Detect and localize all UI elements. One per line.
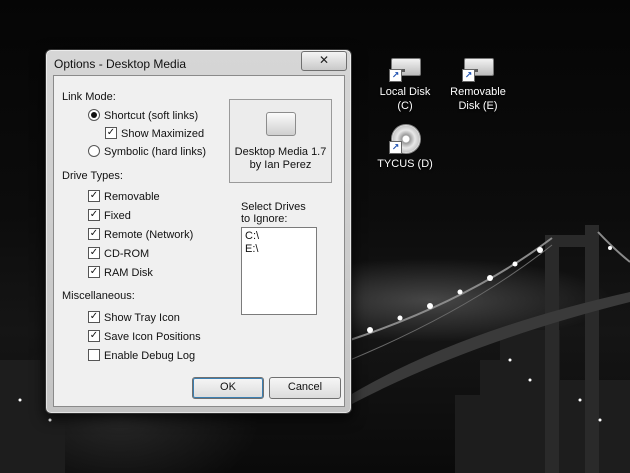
close-button[interactable]: ✕ bbox=[301, 51, 347, 71]
ok-button[interactable]: OK bbox=[192, 377, 264, 399]
radio-unselected-icon bbox=[88, 145, 100, 158]
show-tray-icon-checkbox[interactable]: ✓ Show Tray Icon bbox=[88, 311, 180, 324]
show-maximized-checkbox[interactable]: ✓ Show Maximized bbox=[105, 127, 205, 140]
enable-debug-log-checkbox[interactable]: Enable Debug Log bbox=[88, 349, 196, 362]
dialog-title: Options - Desktop Media bbox=[54, 57, 187, 71]
checkmark-icon: ✓ bbox=[88, 330, 100, 343]
cancel-button[interactable]: Cancel bbox=[269, 377, 341, 399]
checkmark-icon: ✓ bbox=[88, 209, 100, 222]
close-icon: ✕ bbox=[318, 53, 330, 67]
icon-label: Removable Disk (E) bbox=[450, 86, 506, 112]
about-author: by Ian Perez bbox=[249, 159, 312, 171]
icon-label: TYCUS (D) bbox=[377, 158, 433, 170]
ignore-drives-listbox[interactable]: C:\ E:\ bbox=[241, 227, 317, 315]
checkbox-label: Enable Debug Log bbox=[104, 350, 196, 362]
icon-label: Local Disk (C) bbox=[379, 86, 431, 112]
fixed-checkbox[interactable]: ✓ Fixed bbox=[88, 209, 131, 222]
removable-checkbox[interactable]: ✓ Removable bbox=[88, 190, 160, 203]
list-item[interactable]: E:\ bbox=[245, 243, 313, 256]
removable-drive-icon: ↗ bbox=[462, 50, 494, 82]
symbolic-radio-label: Symbolic (hard links) bbox=[104, 146, 207, 158]
checkbox-label: Removable bbox=[104, 191, 160, 203]
ram-disk-checkbox[interactable]: ✓ RAM Disk bbox=[88, 266, 153, 279]
checkmark-icon: ✓ bbox=[88, 266, 100, 279]
shortcut-arrow-icon: ↗ bbox=[462, 69, 475, 82]
app-drive-icon bbox=[265, 112, 296, 136]
unchecked-box-icon bbox=[88, 349, 100, 362]
checkbox-label: CD-ROM bbox=[104, 248, 150, 260]
radio-selected-icon bbox=[88, 109, 100, 122]
shortcut-radio-label: Shortcut (soft links) bbox=[104, 110, 199, 122]
drive-types-heading: Drive Types: bbox=[62, 170, 123, 182]
checkbox-label: RAM Disk bbox=[104, 267, 153, 279]
checkbox-label: Remote (Network) bbox=[104, 229, 194, 241]
checkbox-label: Show Tray Icon bbox=[104, 312, 180, 324]
dialog-titlebar[interactable]: Options - Desktop Media ✕ bbox=[46, 50, 351, 75]
local-disk-c-shortcut[interactable]: ↗ Local Disk (C) bbox=[369, 50, 441, 113]
list-item[interactable]: C:\ bbox=[245, 230, 313, 243]
options-dialog: Options - Desktop Media ✕ Link Mode: Sho… bbox=[45, 49, 352, 414]
checkmark-icon: ✓ bbox=[105, 127, 117, 140]
select-drives-label: Select Drives to Ignore: bbox=[241, 201, 306, 225]
about-version: Desktop Media 1.7 bbox=[234, 146, 327, 158]
hard-drive-icon: ↗ bbox=[389, 50, 421, 82]
checkbox-label: Save Icon Positions bbox=[104, 331, 201, 343]
dialog-client-area: Link Mode: Shortcut (soft links) ✓ Show M… bbox=[53, 75, 345, 407]
checkmark-icon: ✓ bbox=[88, 311, 100, 324]
symbolic-radio[interactable]: Symbolic (hard links) bbox=[88, 145, 207, 158]
checkmark-icon: ✓ bbox=[88, 228, 100, 241]
checkmark-icon: ✓ bbox=[88, 247, 100, 260]
remote-network-checkbox[interactable]: ✓ Remote (Network) bbox=[88, 228, 194, 241]
checkbox-label: Fixed bbox=[104, 210, 131, 222]
about-panel: Desktop Media 1.7 by Ian Perez bbox=[229, 99, 332, 183]
shortcut-arrow-icon: ↗ bbox=[389, 141, 402, 154]
tycus-d-shortcut[interactable]: ↗ TYCUS (D) bbox=[369, 122, 441, 171]
shortcut-arrow-icon: ↗ bbox=[389, 69, 402, 82]
link-mode-heading: Link Mode: bbox=[62, 91, 116, 103]
show-maximized-label: Show Maximized bbox=[121, 128, 205, 140]
save-icon-positions-checkbox[interactable]: ✓ Save Icon Positions bbox=[88, 330, 201, 343]
miscellaneous-heading: Miscellaneous: bbox=[62, 290, 135, 302]
checkmark-icon: ✓ bbox=[88, 190, 100, 203]
cd-drive-icon: ↗ bbox=[389, 122, 421, 154]
shortcut-radio[interactable]: Shortcut (soft links) bbox=[88, 109, 199, 122]
cd-rom-checkbox[interactable]: ✓ CD-ROM bbox=[88, 247, 150, 260]
removable-disk-e-shortcut[interactable]: ↗ Removable Disk (E) bbox=[442, 50, 514, 113]
